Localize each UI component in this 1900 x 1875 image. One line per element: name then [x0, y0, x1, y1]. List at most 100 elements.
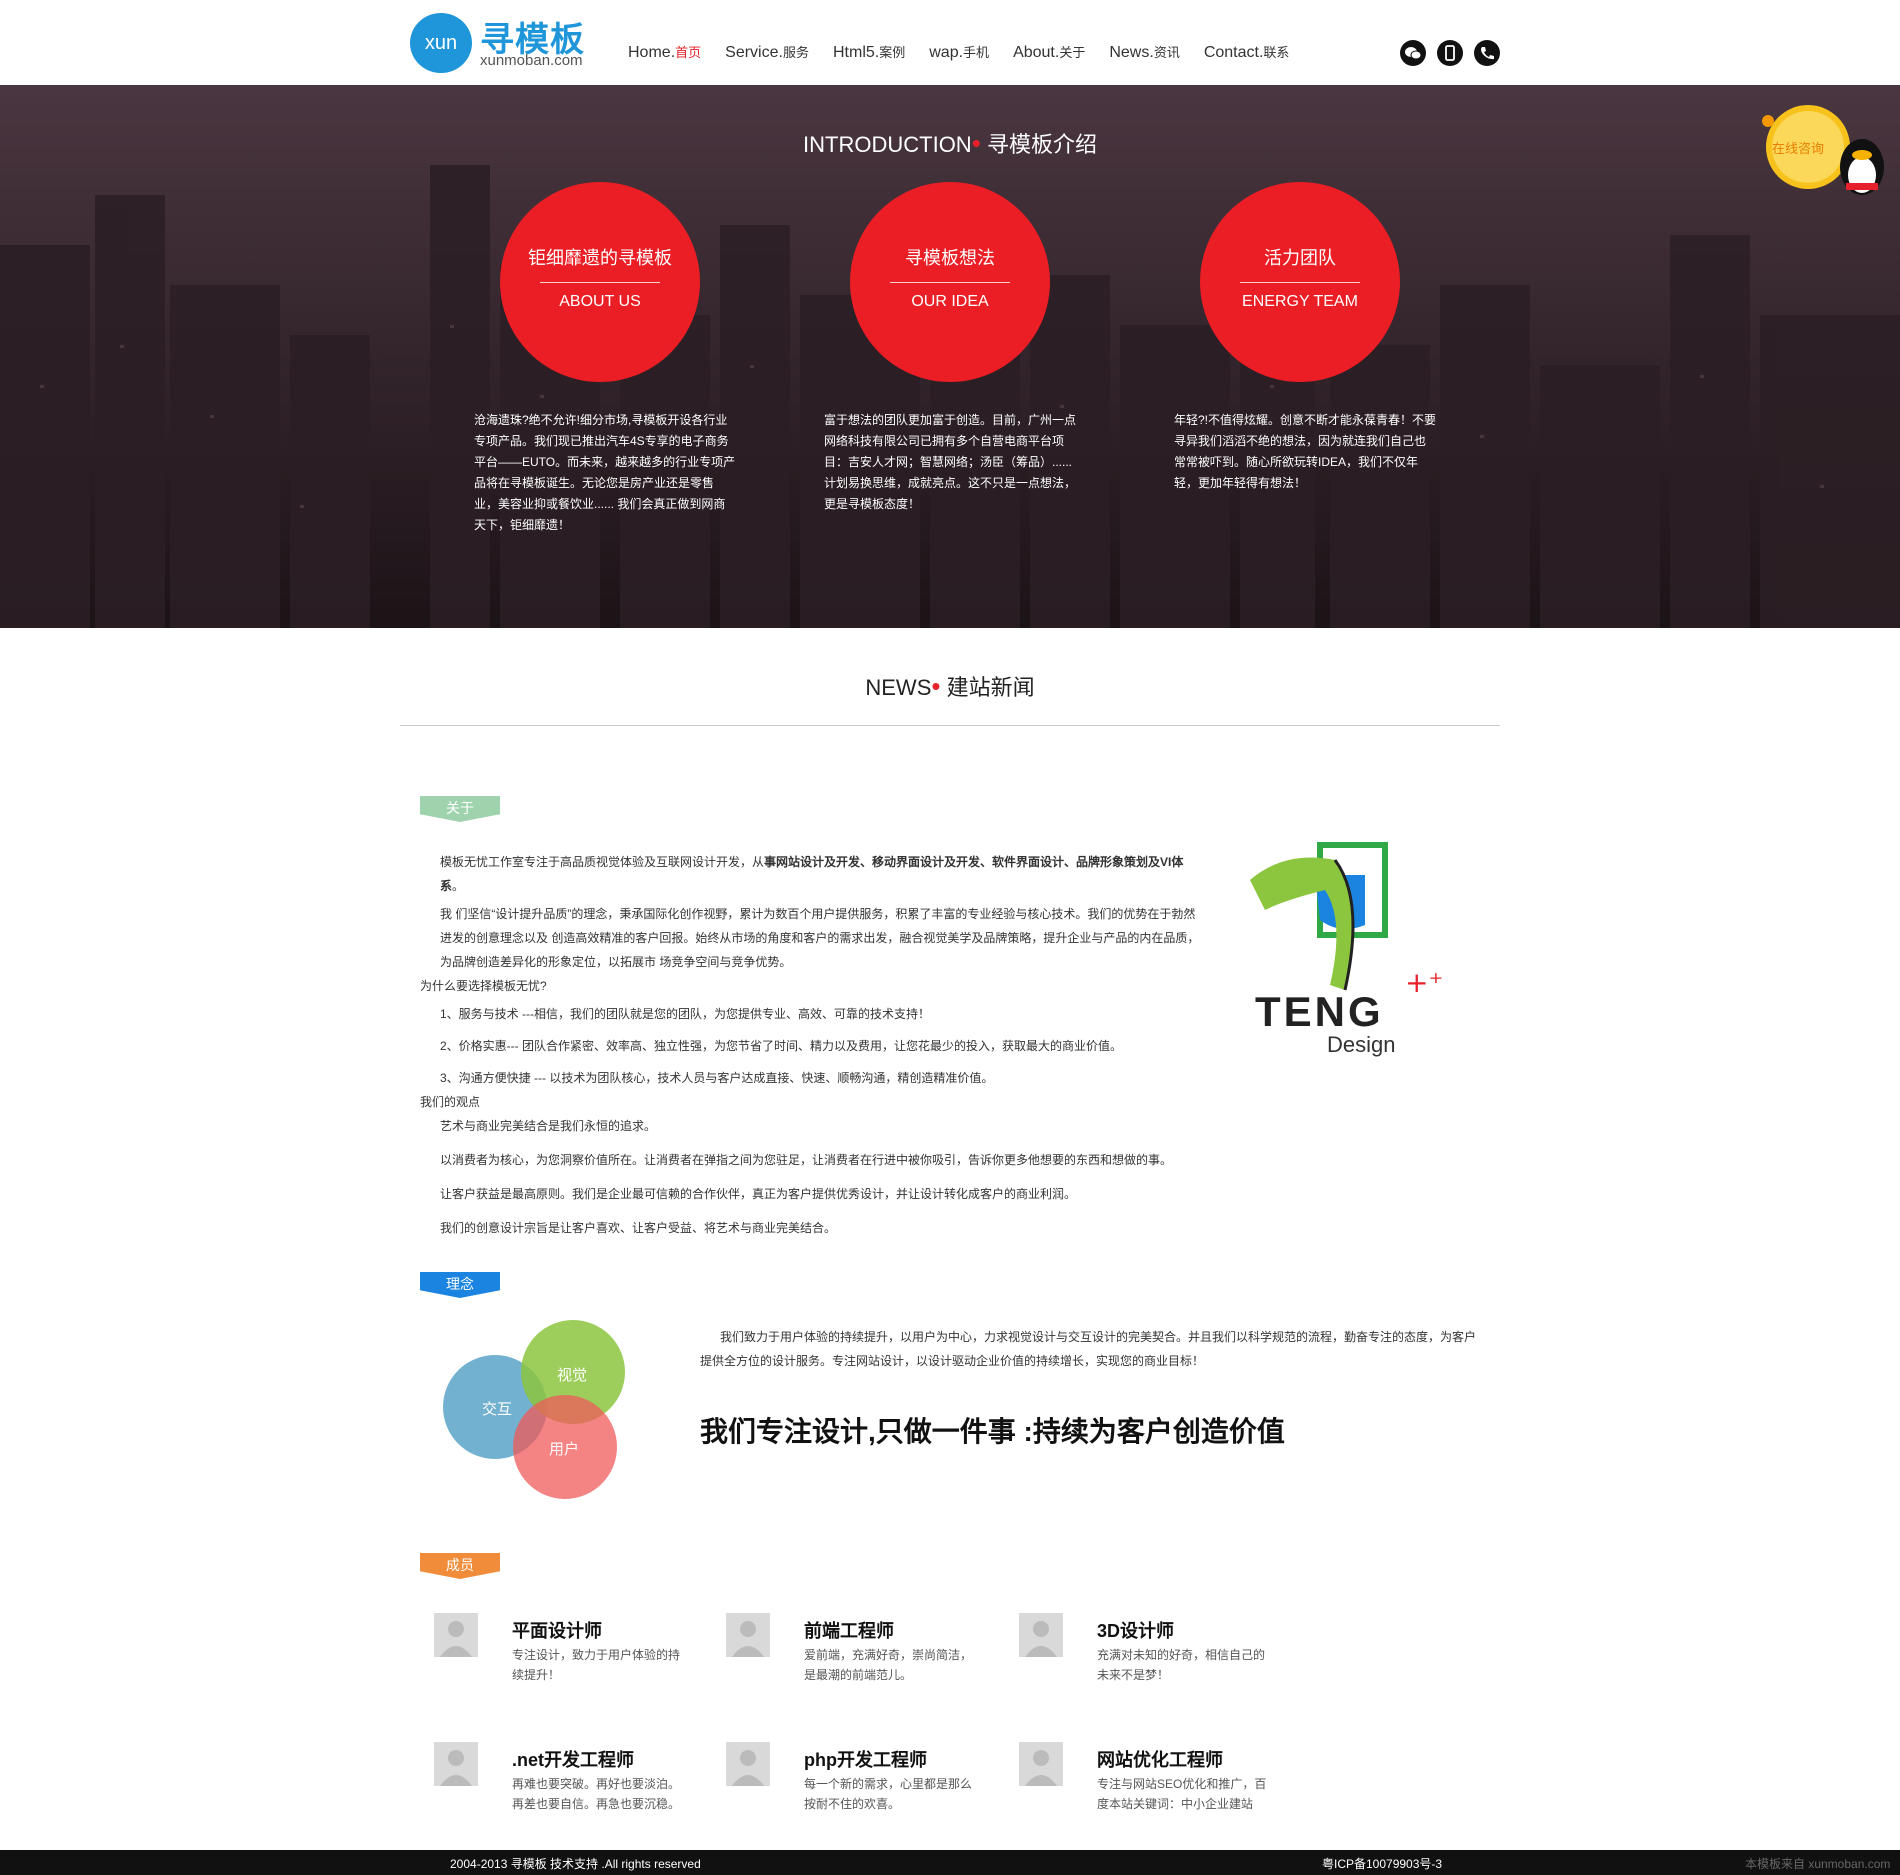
- nav-label-cn: 首页: [675, 45, 702, 60]
- nav-label-en: Home: [628, 44, 671, 61]
- tag-about: 关于: [420, 796, 500, 822]
- avatar: [1019, 1613, 1063, 1657]
- qq-label: 在线咨询: [1772, 141, 1825, 156]
- nav-label-en: wap: [929, 44, 959, 61]
- social-icons: [1400, 40, 1511, 66]
- mobile-icon[interactable]: [1437, 40, 1463, 66]
- view-item: 以消费者为核心，为您洞察价值所在。让消费者在弹指之间为您驻足，让消费者在行进中被…: [440, 1153, 1173, 1167]
- circle-title-en: ABOUT US: [559, 293, 641, 310]
- circle-our-idea[interactable]: 寻模板想法 OUR IDEA: [850, 182, 1050, 382]
- nav-label-cn: 资讯: [1153, 45, 1180, 60]
- about-p1-end: 。: [452, 879, 465, 893]
- teng-logo-text: TENG: [1255, 988, 1384, 1035]
- circle-title-cn: 寻模板想法: [905, 248, 995, 268]
- venn-label-visual: 视觉: [557, 1367, 588, 1384]
- news-title-en: NEWS: [865, 675, 932, 700]
- tag-members: 成员: [420, 1553, 500, 1579]
- why-item: 1、服务与技术 ---相信，我们的团队就是您的团队，为您提供专业、高效、可靠的技…: [440, 1007, 930, 1021]
- about-text-block: 模板无忧工作室专注于高品质视觉体验及互联网设计开发，从事网站设计及开发、移动界面…: [420, 850, 1205, 1240]
- teng-design-logo: +⁺ TENG Design: [1245, 840, 1475, 1070]
- site-header: xun 寻模板 xunmoban.com Home.首页 Service.服务 …: [0, 0, 1900, 85]
- avatar: [434, 1613, 478, 1657]
- member-title: php开发工程师: [804, 1750, 927, 1770]
- nav-label-en: News: [1109, 44, 1150, 61]
- member-card: 网站优化工程师 专注与网站SEO优化和推广，百度本站关键词：中小企业建站: [1019, 1742, 1279, 1822]
- member-title: 3D设计师: [1097, 1621, 1175, 1641]
- news-divider: [400, 725, 1500, 726]
- member-title: 网站优化工程师: [1097, 1750, 1223, 1770]
- circle-divider: [540, 282, 660, 283]
- nav-item-news[interactable]: News.资讯: [1109, 42, 1179, 62]
- avatar: [726, 1742, 770, 1786]
- why-item: 3、沟通方便快捷 --- 以技术为团队核心，技术人员与客户达成直接、快速、顺畅沟…: [440, 1071, 994, 1085]
- main-nav: Home.首页 Service.服务 Html5.案例 wap.手机 About…: [628, 42, 1313, 62]
- nav-item-contact[interactable]: Contact.联系: [1204, 42, 1290, 62]
- about-paragraph-2: 我 们坚信“设计提升品质”的理念，秉承国际化创作视野，累计为数百个用户提供服务，…: [440, 907, 1200, 969]
- member-title: 前端工程师: [804, 1621, 894, 1641]
- nav-item-about[interactable]: About.关于: [1013, 42, 1085, 62]
- member-title: .net开发工程师: [512, 1750, 635, 1770]
- intro-section-title: INTRODUCTION• 寻模板介绍: [0, 127, 1900, 159]
- circle-divider: [890, 282, 1010, 283]
- qq-online-consult[interactable]: 在线咨询: [1758, 103, 1890, 203]
- nav-label-cn: 服务: [782, 45, 809, 60]
- about-p1-text: 模板无忧工作室专注于高品质视觉体验及互联网设计开发，从: [440, 855, 765, 869]
- avatar: [1019, 1742, 1063, 1786]
- teng-logo-subtext: Design: [1327, 1032, 1396, 1057]
- member-desc: 充满对未知的好奇，相信自己的未来不是梦！: [1097, 1648, 1266, 1682]
- member-card: .net开发工程师 再难也要突破。再好也要淡泊。再差也要自信。再急也要沉稳。: [434, 1742, 694, 1822]
- view-item: 让客户获益是最高原则。我们是企业最可信赖的合作伙伴，真正为客户提供优秀设计，并让…: [440, 1187, 1077, 1201]
- news-title-cn: 建站新闻: [946, 675, 1035, 700]
- venn-label-user: 用户: [549, 1441, 580, 1458]
- nav-label-cn: 手机: [963, 45, 990, 60]
- intro-title-cn: 寻模板介绍: [986, 132, 1097, 157]
- nav-item-wap[interactable]: wap.手机: [929, 42, 989, 62]
- view-title: 我们的观点: [420, 1095, 481, 1109]
- nav-label-en: Service: [725, 44, 779, 61]
- concept-text: 我们致力于用户体验的持续提升，以用户为中心，力求视觉设计与交互设计的完美契合。并…: [700, 1330, 1477, 1368]
- site-logo[interactable]: xun 寻模板 xunmoban.com: [410, 10, 590, 76]
- circle-title-en: OUR IDEA: [911, 293, 989, 310]
- intro-text-about: 沧海遗珠?绝不允许!细分市场,寻模板开设各行业专项产品。我们现已推出汽车4S专享…: [474, 413, 736, 532]
- intro-text-idea: 富于想法的团队更加富于创造。目前，广州一点网络科技有限公司已拥有多个自营电商平台…: [824, 413, 1077, 511]
- nav-item-home[interactable]: Home.首页: [628, 42, 701, 62]
- circle-title-cn: 活力团队: [1264, 248, 1336, 268]
- member-desc: 专注设计，致力于用户体验的持续提升！: [512, 1648, 681, 1682]
- phone-icon[interactable]: [1474, 40, 1500, 66]
- view-item: 我们的创意设计宗旨是让客户喜欢、让客户受益、将艺术与商业完美结合。: [440, 1221, 837, 1235]
- circle-about-us[interactable]: 钜细靡遗的寻模板 ABOUT US: [500, 182, 700, 382]
- member-card: 3D设计师 充满对未知的好奇，相信自己的未来不是梦！: [1019, 1613, 1279, 1693]
- nav-item-html5[interactable]: Html5.案例: [833, 42, 905, 62]
- nav-label-cn: 联系: [1263, 45, 1290, 60]
- nav-label-en: Contact: [1203, 44, 1259, 61]
- footer-icp[interactable]: 粤ICP备10079903号-3: [1322, 1855, 1442, 1872]
- title-dot: •: [971, 128, 981, 158]
- footer-copyright: 2004-2013 寻模板 技术支持 .All rights reserved: [450, 1857, 701, 1871]
- avatar: [434, 1742, 478, 1786]
- wechat-icon[interactable]: [1400, 40, 1426, 66]
- view-item: 艺术与商业完美结合是我们永恒的追求。: [440, 1119, 657, 1133]
- member-desc: 再难也要突破。再好也要淡泊。再差也要自信。再急也要沉稳。: [512, 1777, 681, 1811]
- circle-title-cn: 钜细靡遗的寻模板: [528, 248, 672, 268]
- venn-diagram: 交互 视觉 用户: [440, 1312, 630, 1502]
- nav-label-cn: 关于: [1059, 45, 1086, 60]
- footer-source[interactable]: 本模板来自 xunmoban.com: [1745, 1855, 1890, 1872]
- intro-title-en: INTRODUCTION: [803, 132, 972, 157]
- avatar: [726, 1613, 770, 1657]
- site-footer: 2004-2013 寻模板 技术支持 .All rights reserved …: [0, 1850, 1900, 1875]
- plus-marks: +⁺: [1405, 966, 1443, 999]
- member-card: php开发工程师 每一个新的需求，心里都是那么按耐不住的欢喜。: [726, 1742, 986, 1822]
- intro-banner: INTRODUCTION• 寻模板介绍 钜细靡遗的寻模板 ABOUT US 寻模…: [0, 85, 1900, 628]
- about-paragraph-1: 模板无忧工作室专注于高品质视觉体验及互联网设计开发，从事网站设计及开发、移动界面…: [420, 850, 1205, 898]
- why-title: 为什么要选择模板无忧?: [420, 979, 547, 993]
- nav-item-service[interactable]: Service.服务: [725, 42, 809, 62]
- circle-energy-team[interactable]: 活力团队 ENERGY TEAM: [1200, 182, 1400, 382]
- logo-bubble: xun: [410, 13, 472, 73]
- circle-title-en: ENERGY TEAM: [1242, 293, 1358, 310]
- title-dot: •: [931, 671, 941, 701]
- nav-label-en: About: [1013, 44, 1055, 61]
- why-item: 2、价格实惠--- 团队合作紧密、效率高、独立性强，为您节省了时间、精力以及费用…: [440, 1039, 1123, 1053]
- member-desc: 爱前端，充满好奇，崇尚简洁，是最潮的前端范儿。: [804, 1648, 973, 1682]
- member-desc: 每一个新的需求，心里都是那么按耐不住的欢喜。: [804, 1777, 973, 1811]
- tag-concept: 理念: [420, 1272, 500, 1298]
